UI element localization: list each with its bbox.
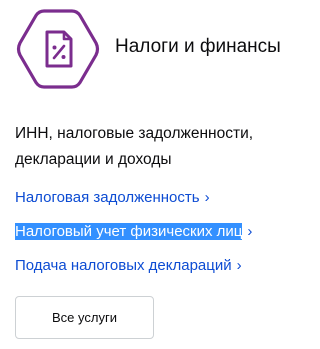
category-card: Налоги и финансы ИНН, налоговые задолжен… bbox=[0, 0, 318, 349]
link-label: Налоговый учет физических лиц bbox=[15, 222, 243, 240]
tax-declarations-link[interactable]: Подача налоговых деклараций › bbox=[15, 257, 242, 274]
tax-document-icon bbox=[16, 9, 100, 89]
tax-debt-link[interactable]: Налоговая задолженность › bbox=[15, 189, 210, 206]
category-header bbox=[15, 8, 101, 90]
link-label: Налоговая задолженность bbox=[15, 188, 200, 206]
chevron-right-icon: › bbox=[247, 222, 253, 240]
list-item: Налоговая задолженность › bbox=[15, 180, 252, 214]
list-item: Подача налоговых деклараций › bbox=[15, 248, 252, 282]
list-item: Налоговый учет физических лиц › bbox=[15, 214, 252, 248]
category-title: Налоги и финансы bbox=[115, 36, 281, 57]
service-links: Налоговая задолженность › Налоговый учет … bbox=[15, 180, 252, 282]
all-services-button[interactable]: Все услуги bbox=[15, 296, 154, 339]
chevron-right-icon: › bbox=[204, 188, 210, 206]
personal-tax-accounting-link[interactable]: Налоговый учет физических лиц › bbox=[15, 222, 253, 240]
chevron-right-icon: › bbox=[236, 256, 242, 274]
category-description: ИНН, налоговые задолженности, декларации… bbox=[15, 125, 254, 168]
link-label: Подача налоговых деклараций bbox=[15, 256, 232, 274]
